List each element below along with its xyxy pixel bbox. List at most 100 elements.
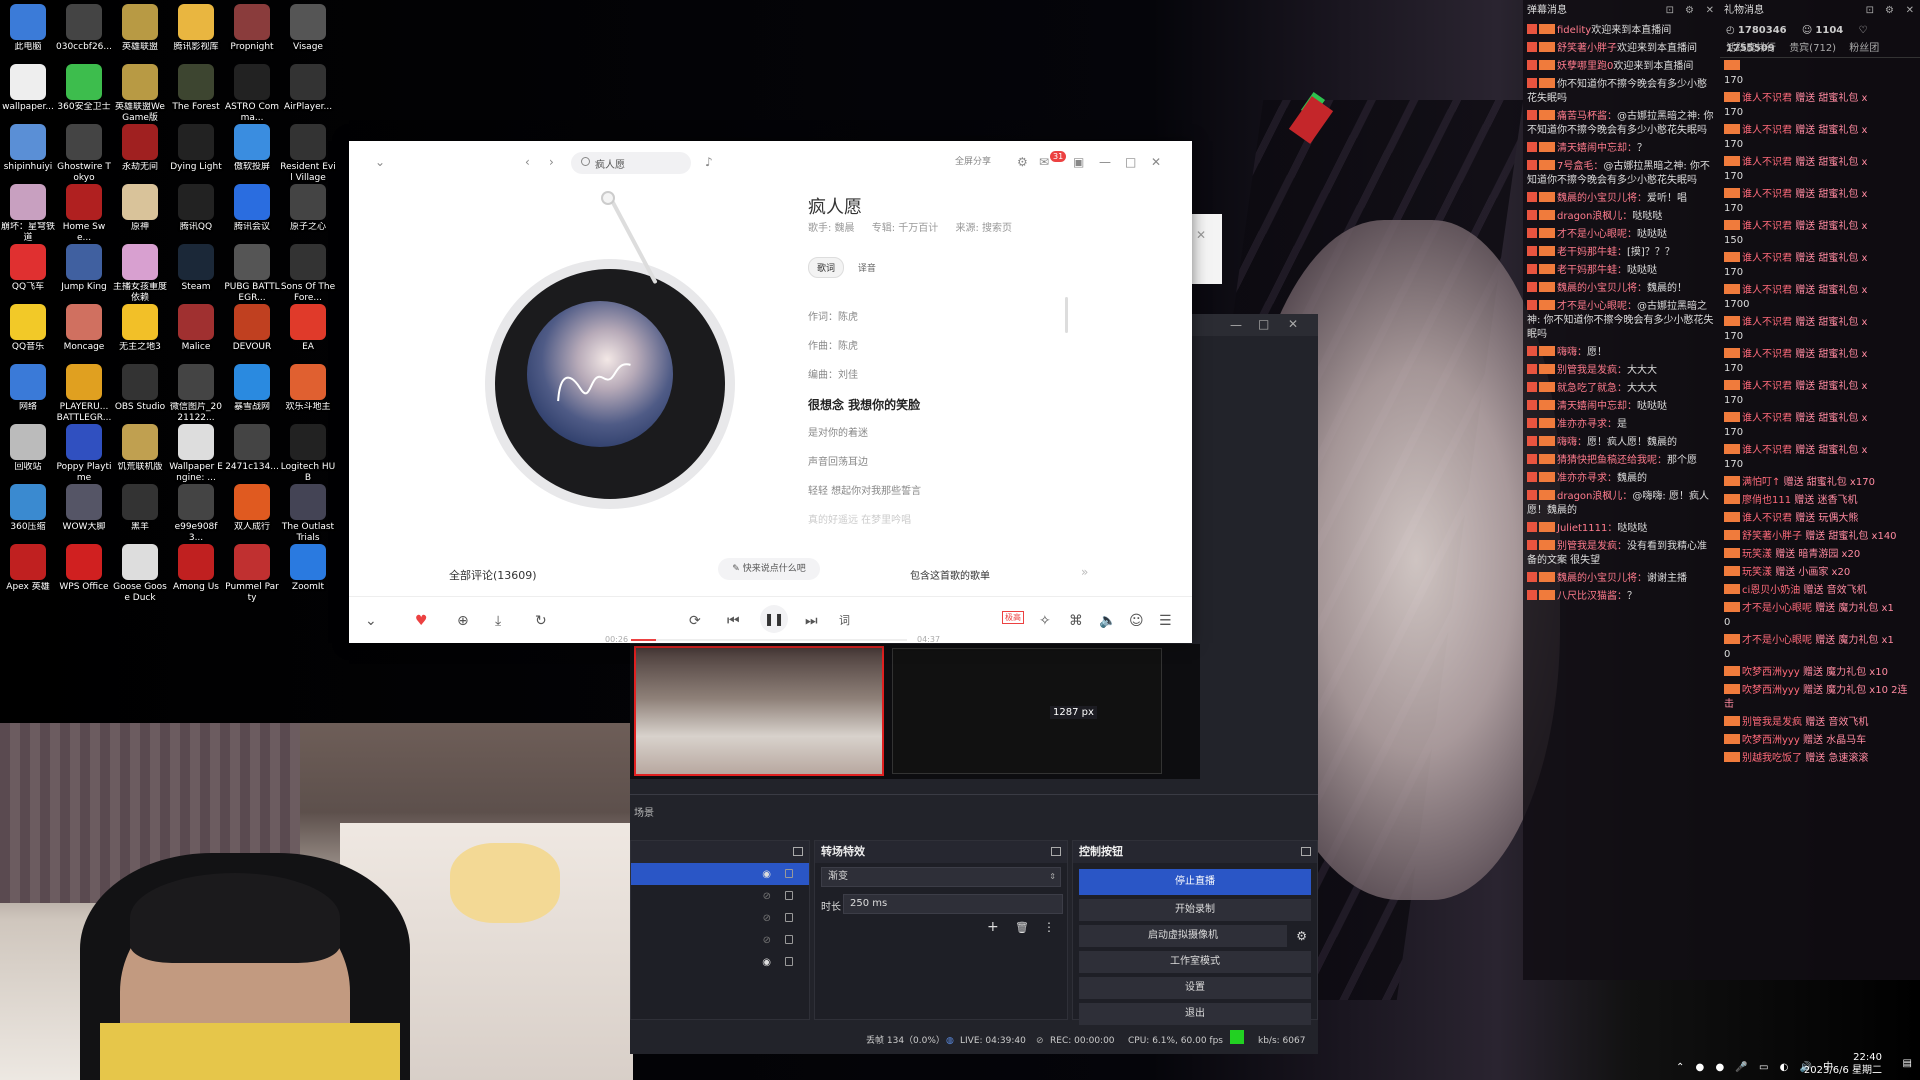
gift-user[interactable]: 廖俏也111 <box>1742 495 1791 506</box>
close-icon[interactable]: ✕ <box>1906 0 1914 22</box>
gift-user[interactable]: 别管我是发疯 <box>1742 717 1802 728</box>
lock-icon[interactable] <box>785 913 793 922</box>
mail-icon[interactable]: ✉ <box>1039 155 1049 169</box>
filter-icon[interactable]: ⌘ <box>1069 613 1083 629</box>
share-icon[interactable]: ↻ <box>535 613 547 629</box>
gift-list[interactable]: 170 谁人不识君 赠送 甜蜜礼包 x 170 谁人不识君 赠送 甜蜜礼包 x 170 谁… <box>1720 58 1920 768</box>
gift-user[interactable]: 谁人不识君 <box>1742 189 1792 200</box>
gift-user[interactable]: 谁人不识君 <box>1742 285 1792 296</box>
lock-icon[interactable] <box>785 891 793 900</box>
gift-user[interactable]: 吹梦西洲yyy <box>1742 667 1800 678</box>
dock-float-icon[interactable] <box>1051 847 1061 856</box>
singer-link[interactable]: 歌手: 魏晨 <box>808 223 855 234</box>
gift-user[interactable]: 玩笑漾 <box>1742 567 1772 578</box>
volume-icon[interactable]: 🔈 <box>1099 613 1116 629</box>
playlist-icon[interactable]: ☰ <box>1159 613 1172 629</box>
danmaku-user[interactable]: 老干妈那牛蛙： <box>1557 265 1627 276</box>
gift-user[interactable]: 谁人不识君 <box>1742 513 1792 524</box>
chevron-right-icon[interactable]: » <box>1081 565 1088 579</box>
clock[interactable]: 22:40 2023/6/6 星期二 <box>1804 1051 1882 1077</box>
danmaku-user[interactable]: 才不是小心眼呢： <box>1557 301 1637 312</box>
obs-maximize-icon[interactable]: □ <box>1258 317 1269 331</box>
danmaku-user[interactable]: 八尺比汉猫酱： <box>1557 591 1627 602</box>
obs-close-icon[interactable]: ✕ <box>1288 317 1298 331</box>
settings-gear-icon[interactable]: ⚙ <box>1017 155 1028 169</box>
dock-float-icon[interactable] <box>793 847 803 856</box>
exit-button[interactable]: 退出 <box>1079 1003 1311 1025</box>
danmaku-user[interactable]: dragon浪枫儿： <box>1557 211 1632 222</box>
gift-user[interactable]: 谁人不识君 <box>1742 381 1792 392</box>
transition-select[interactable]: 渐变 ⇕ <box>821 867 1061 887</box>
download-icon[interactable]: ⤓ <box>495 613 501 629</box>
visibility-eye-icon[interactable]: ◉ <box>762 957 771 968</box>
danmaku-user[interactable]: 妖孽哪里跑0 <box>1557 61 1613 72</box>
danmaku-user[interactable]: 别管我是发疯： <box>1557 365 1627 376</box>
gift-user[interactable]: ci恩贝小奶油 <box>1742 585 1800 596</box>
gift-user[interactable]: 吹梦西洲yyy <box>1742 685 1800 696</box>
duration-input[interactable]: 250 ms <box>843 894 1063 914</box>
tab-lyrics[interactable]: 歌词 <box>808 257 845 278</box>
danmaku-user[interactable]: 痛苦马杯酱： <box>1557 111 1617 122</box>
lyrics-scrollbar[interactable] <box>1065 297 1068 333</box>
close-icon[interactable]: ✕ <box>1151 155 1161 169</box>
progress-bar[interactable] <box>631 639 907 641</box>
lock-icon[interactable]: ⊡ <box>1666 0 1674 22</box>
add-icon[interactable]: + <box>987 919 999 935</box>
danmaku-user[interactable]: 嗨嗨： <box>1557 437 1587 448</box>
scene-dock-tab[interactable]: 场景 <box>630 804 654 819</box>
close-icon[interactable]: ✕ <box>1196 228 1206 242</box>
collapse-chevron-icon[interactable]: ⌄ <box>375 155 385 169</box>
danmaku-user[interactable]: dragon浪枫儿： <box>1557 491 1632 502</box>
danmaku-user[interactable]: 7号盒毛： <box>1557 161 1603 172</box>
danmaku-user[interactable]: Juliet1111： <box>1557 523 1617 534</box>
tab-pinyin[interactable]: 译音 <box>850 258 884 277</box>
gift-user[interactable]: 谁人不识君 <box>1742 221 1792 232</box>
like-heart-icon[interactable]: ♥ <box>415 613 428 629</box>
preview-webcam-source[interactable] <box>634 646 884 776</box>
next-icon[interactable]: ⏭ <box>805 613 818 629</box>
obs-minimize-icon[interactable]: — <box>1230 318 1242 332</box>
desktop-icon[interactable]: Apex 英雄 <box>0 542 56 612</box>
gift-user[interactable]: 舒笑著小胖子 <box>1742 531 1802 542</box>
desktop-icon[interactable]: Goose Goose Duck <box>112 542 168 612</box>
danmaku-user[interactable]: 才不是小心眼呢： <box>1557 229 1637 240</box>
visibility-eye-icon[interactable]: ◉ <box>762 869 771 880</box>
lock-icon[interactable]: ⊡ <box>1866 0 1874 22</box>
gift-user[interactable]: 谁人不识君 <box>1742 253 1792 264</box>
gift-user[interactable]: 谁人不识君 <box>1742 413 1792 424</box>
desktop-icon[interactable]: WPS Office <box>56 542 112 612</box>
collect-icon[interactable]: ⊕ <box>457 613 469 629</box>
danmaku-user[interactable]: 准亦亦寻求： <box>1557 473 1617 484</box>
forward-icon[interactable]: › <box>549 155 554 169</box>
virtual-camera-button[interactable]: 启动虚拟摄像机 <box>1079 925 1287 947</box>
desktop-icon[interactable]: Pummel Party <box>224 542 280 612</box>
maximize-icon[interactable]: □ <box>1125 155 1136 169</box>
visibility-eye-icon[interactable]: ⊘ <box>763 935 771 946</box>
gear-icon[interactable]: ⚙ <box>1296 929 1307 943</box>
danmaku-user[interactable]: 准亦亦寻求： <box>1557 419 1617 430</box>
gift-user[interactable]: 谁人不识君 <box>1742 93 1792 104</box>
obs-preview[interactable]: 1287 px <box>630 644 1200 779</box>
quick-comment-button[interactable]: ✎ 快来说点什么吧 <box>718 558 820 580</box>
share-button[interactable]: 全屏分享 <box>955 155 991 169</box>
lock-icon[interactable] <box>785 869 793 878</box>
danmaku-user[interactable]: 老干妈那牛蛙： <box>1557 247 1627 258</box>
gift-user[interactable]: 谁人不识君 <box>1742 125 1792 136</box>
danmaku-user[interactable]: 舒笑著小胖子 <box>1557 43 1617 54</box>
source-row[interactable]: ⊘ <box>631 885 809 907</box>
danmaku-list[interactable]: fidelity欢迎来到本直播间 舒笑著小胖子欢迎来到本直播间 妖孽哪里跑0欢迎来到… <box>1523 22 1720 606</box>
loop-icon[interactable]: ⟳ <box>689 613 701 629</box>
danmaku-user[interactable]: 猜猜快把鱼稿还给我呢： <box>1557 455 1667 466</box>
mic-icon[interactable]: ♪ <box>705 155 713 169</box>
all-comments-link[interactable]: 全部评论(13609) <box>449 567 537 583</box>
gift-user[interactable]: 别越我吃饭了 <box>1742 753 1802 764</box>
danmaku-user[interactable]: 魏晨的小宝贝儿将： <box>1557 573 1647 584</box>
danmaku-user[interactable]: 魏晨的小宝贝儿将： <box>1557 283 1647 294</box>
gift-user[interactable]: 才不是小心眼呢 <box>1742 603 1812 614</box>
source-row[interactable]: ◉ <box>631 863 809 885</box>
gift-user[interactable]: 谁人不识君 <box>1742 157 1792 168</box>
close-icon[interactable]: ✕ <box>1706 0 1714 22</box>
gift-user[interactable]: 谁人不识君 <box>1742 317 1792 328</box>
visibility-eye-icon[interactable]: ⊘ <box>763 891 771 902</box>
album-link[interactable]: 专辑: 千万百计 <box>872 223 939 234</box>
